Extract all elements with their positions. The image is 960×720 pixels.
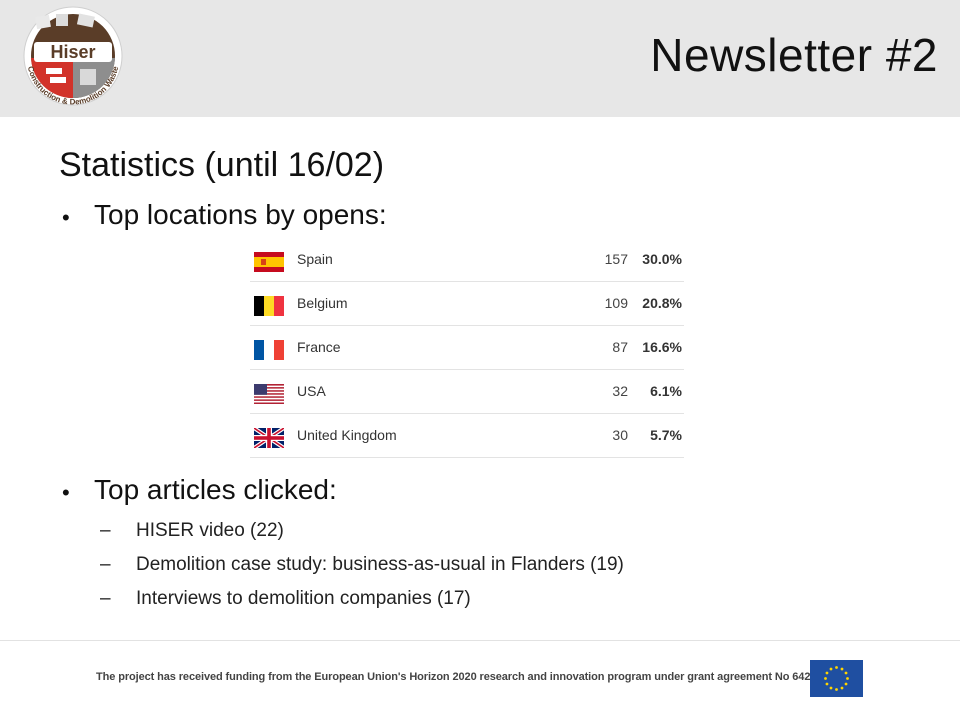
- spain-flag-icon: [254, 252, 284, 272]
- slide-title: Newsletter #2: [650, 29, 938, 81]
- eu-star: [829, 686, 833, 690]
- dash-marker: –: [100, 588, 111, 609]
- eu-star: [824, 677, 827, 680]
- section-title: Statistics (until 16/02): [59, 146, 385, 184]
- open-count: 30: [612, 427, 628, 443]
- eu-star: [844, 682, 848, 686]
- eu-star: [840, 667, 844, 671]
- country-name: Spain: [297, 251, 333, 267]
- country-name: Belgium: [297, 295, 348, 311]
- hiser-logo: Hiser Construction & Demolition Waste: [23, 6, 123, 106]
- dash-marker: –: [100, 554, 111, 575]
- article-title: Interviews to demolition companies (17): [136, 588, 471, 609]
- eu-star: [835, 688, 838, 691]
- open-percentage: 6.1%: [650, 383, 682, 399]
- table-row: USA 32 6.1%: [250, 370, 684, 414]
- eu-star: [840, 686, 844, 690]
- table-row: France 87 16.6%: [250, 326, 684, 370]
- eu-star: [846, 677, 849, 680]
- bullet-label: Top locations by opens:: [94, 199, 387, 230]
- article-title: HISER video (22): [136, 520, 284, 541]
- open-percentage: 16.6%: [642, 339, 682, 355]
- bullet-label: Top articles clicked:: [94, 474, 337, 505]
- eu-star: [829, 667, 833, 671]
- belgium-flag-icon: [254, 296, 284, 316]
- eu-star: [825, 671, 829, 675]
- usa-flag-icon: [254, 384, 284, 404]
- uk-flag-icon: [254, 428, 284, 448]
- open-count: 109: [604, 295, 628, 311]
- bullet-dot: •: [62, 205, 70, 230]
- country-name: France: [297, 339, 341, 355]
- open-percentage: 5.7%: [650, 427, 682, 443]
- open-count: 157: [604, 251, 628, 267]
- country-name: United Kingdom: [297, 427, 397, 443]
- header-bar: Hiser Construction & Demolition Waste Ne…: [0, 0, 960, 117]
- funding-statement: The project has received funding from th…: [96, 671, 832, 683]
- article-title: Demolition case study: business-as-usual…: [136, 554, 624, 575]
- dash-marker: –: [100, 520, 111, 541]
- open-percentage: 30.0%: [642, 251, 682, 267]
- france-flag-icon: [254, 340, 284, 360]
- logo-wordmark: Hiser: [50, 42, 95, 62]
- eu-flag-icon: [810, 660, 863, 697]
- bullet-dot: •: [62, 480, 70, 505]
- table-row: United Kingdom 30 5.7%: [250, 414, 684, 458]
- country-name: USA: [297, 383, 326, 399]
- eu-star: [844, 671, 848, 675]
- locations-table: Spain 157 30.0% Belgium 109 20.8% France…: [250, 238, 684, 458]
- eu-star: [825, 682, 829, 686]
- eu-star: [835, 666, 838, 669]
- table-row: Spain 157 30.0%: [250, 238, 684, 282]
- open-percentage: 20.8%: [642, 295, 682, 311]
- open-count: 87: [612, 339, 628, 355]
- open-count: 32: [612, 383, 628, 399]
- footer-divider: [0, 640, 960, 641]
- table-row: Belgium 109 20.8%: [250, 282, 684, 326]
